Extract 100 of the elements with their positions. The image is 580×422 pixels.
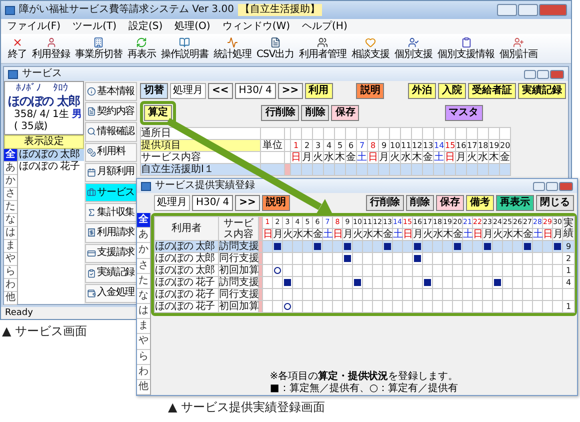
toolbar-button[interactable]: 個別支援 [394, 37, 434, 60]
close-button[interactable] [550, 70, 564, 78]
kana-tab[interactable]: 他 [4, 292, 17, 305]
menu-item[interactable]: ウィンドウ(W) [222, 20, 290, 32]
toolbar-button[interactable]: >> [278, 83, 303, 99]
menu-item[interactable]: ツール(T) [72, 20, 116, 32]
toolbar-button[interactable]: 相談支援 [350, 37, 391, 60]
toolbar-button[interactable]: 統計処理 [212, 37, 252, 60]
toolbar-button[interactable]: 個別支援情報 [436, 37, 496, 60]
briefcase-icon [87, 188, 96, 198]
maximize-button[interactable] [518, 4, 538, 16]
toolbar-button[interactable]: 利用登録 [31, 37, 71, 60]
nav-button[interactable]: 集計収集 [85, 203, 137, 222]
month-field[interactable]: H30/ 4 [234, 83, 276, 99]
nav-button[interactable]: 入金処理 [85, 284, 137, 304]
day-number: 5 [334, 140, 346, 152]
toolbar-button[interactable]: 再表示 [496, 195, 534, 211]
minimize-button[interactable] [524, 70, 536, 78]
service-cell: 訪問支援 [218, 240, 258, 252]
menu-item[interactable]: 処理(O) [174, 20, 210, 32]
kana-tab[interactable]: 他 [137, 380, 150, 396]
nav-button[interactable]: 基本情報 [85, 82, 137, 102]
menu-item[interactable]: 設定(S) [128, 20, 163, 32]
kana-tab[interactable]: 全 [4, 149, 17, 162]
kana-tab[interactable]: な [137, 288, 150, 304]
menu-item[interactable]: ヘルプ(H) [302, 20, 348, 32]
calculate-button[interactable]: 算定 [144, 105, 172, 121]
close-button[interactable] [559, 182, 573, 190]
kana-tab[interactable]: ま [137, 319, 150, 334]
menu-item[interactable]: ファイル(F) [7, 20, 61, 32]
kana-tab[interactable]: や [137, 334, 150, 350]
day-number: 19 [488, 140, 500, 152]
nav-button[interactable]: 利用料 [85, 142, 137, 162]
toolbar-button[interactable]: 事業所切替 [74, 37, 124, 60]
user-cell[interactable]: ほのぼの 太郎 [154, 252, 218, 264]
kana-tab[interactable]: か [137, 243, 150, 259]
window-icon [8, 70, 18, 78]
toolbar-button[interactable]: 入院 [438, 83, 466, 99]
toolbar-button[interactable]: 個別計画 [498, 37, 539, 60]
kana-tab[interactable]: か [4, 175, 17, 188]
toolbar-button[interactable]: 終了 [7, 37, 28, 60]
nav-button[interactable]: 利用請求 [85, 223, 137, 242]
toolbar-button[interactable]: 実績記録 [518, 83, 566, 99]
kana-tab[interactable]: ら [4, 266, 17, 279]
nav-button[interactable]: 情報確認 [85, 122, 137, 142]
nav-button[interactable]: サービス [85, 182, 137, 202]
kana-tab[interactable]: さ [137, 258, 150, 274]
toolbar-button[interactable]: 再表示 [126, 37, 157, 60]
nav-button[interactable]: 実績記録 [85, 264, 137, 283]
kana-tab[interactable]: ら [137, 350, 150, 365]
user-cell[interactable]: ほのぼの 太郎 [154, 264, 218, 276]
user-list-item[interactable]: ほのぼの 太郎 [18, 149, 84, 161]
toolbar-button[interactable]: 行削除 [261, 105, 300, 121]
maximize-button[interactable] [537, 70, 549, 78]
toolbar-button[interactable]: 備考 [466, 195, 494, 211]
kana-tab[interactable]: わ [137, 364, 150, 380]
display-settings-button[interactable]: 表示設定 [4, 135, 84, 149]
user-cell[interactable]: ほのぼの 太郎 [154, 240, 218, 252]
master-button[interactable]: マスタ [444, 105, 483, 121]
user-cell[interactable]: ほのぼの 花子 [154, 276, 218, 288]
kana-tab[interactable]: さ [4, 188, 17, 201]
kana-tab[interactable]: た [137, 274, 150, 289]
minimize-button[interactable] [497, 4, 517, 16]
user-cell[interactable]: ほのぼの 花子 [154, 300, 218, 312]
kana-tab[interactable]: 全 [137, 213, 150, 228]
toolbar-button[interactable]: CSV出力 [256, 37, 296, 60]
toolbar-button[interactable]: 外泊 [408, 83, 436, 99]
toolbar-button[interactable]: 受給者証 [468, 83, 516, 99]
kana-tab[interactable]: わ [4, 279, 17, 292]
toolbar-button[interactable]: 閉じる [536, 195, 574, 211]
nav-button[interactable]: 月額利用 [85, 162, 137, 182]
toolbar-button[interactable]: 削除 [301, 105, 330, 121]
kana-tab[interactable]: や [4, 253, 17, 266]
toolbar-button[interactable]: 保存 [436, 195, 464, 211]
maximize-button[interactable] [546, 182, 558, 190]
kana-tab[interactable]: は [4, 227, 17, 240]
toolbar-button[interactable]: << [208, 83, 233, 99]
nav-button[interactable]: 支援請求 [85, 244, 137, 263]
kana-tab[interactable]: あ [4, 162, 17, 175]
next-button[interactable]: >> [235, 195, 260, 211]
user-list-item[interactable]: ほのぼの 花子 [18, 161, 84, 173]
kana-tab[interactable]: た [4, 201, 17, 214]
toolbar-button[interactable]: 利用 [304, 83, 333, 99]
help-button[interactable]: 説明 [262, 195, 290, 211]
kana-tab[interactable]: ま [4, 240, 17, 253]
minimize-button[interactable] [533, 182, 545, 190]
kana-tab[interactable]: あ [137, 228, 150, 244]
month-field[interactable]: H30/ 4 [192, 195, 234, 211]
toolbar-button[interactable]: 行削除 [366, 195, 404, 211]
kana-tab[interactable]: な [4, 214, 17, 227]
help-button[interactable]: 説明 [356, 83, 384, 99]
toolbar-button[interactable]: 削除 [406, 195, 434, 211]
nav-button[interactable]: 契約内容 [85, 102, 137, 122]
toolbar-button[interactable]: 操作説明書 [160, 37, 210, 60]
caption-text: ▲ サービス画面 [2, 324, 88, 338]
toolbar-button[interactable]: 利用者管理 [298, 37, 348, 60]
kana-tab[interactable]: は [137, 304, 150, 320]
toolbar-button[interactable]: 切替 [140, 83, 168, 99]
toolbar-button[interactable]: 保存 [331, 105, 360, 121]
user-cell[interactable]: ほのぼの 花子 [154, 288, 218, 300]
